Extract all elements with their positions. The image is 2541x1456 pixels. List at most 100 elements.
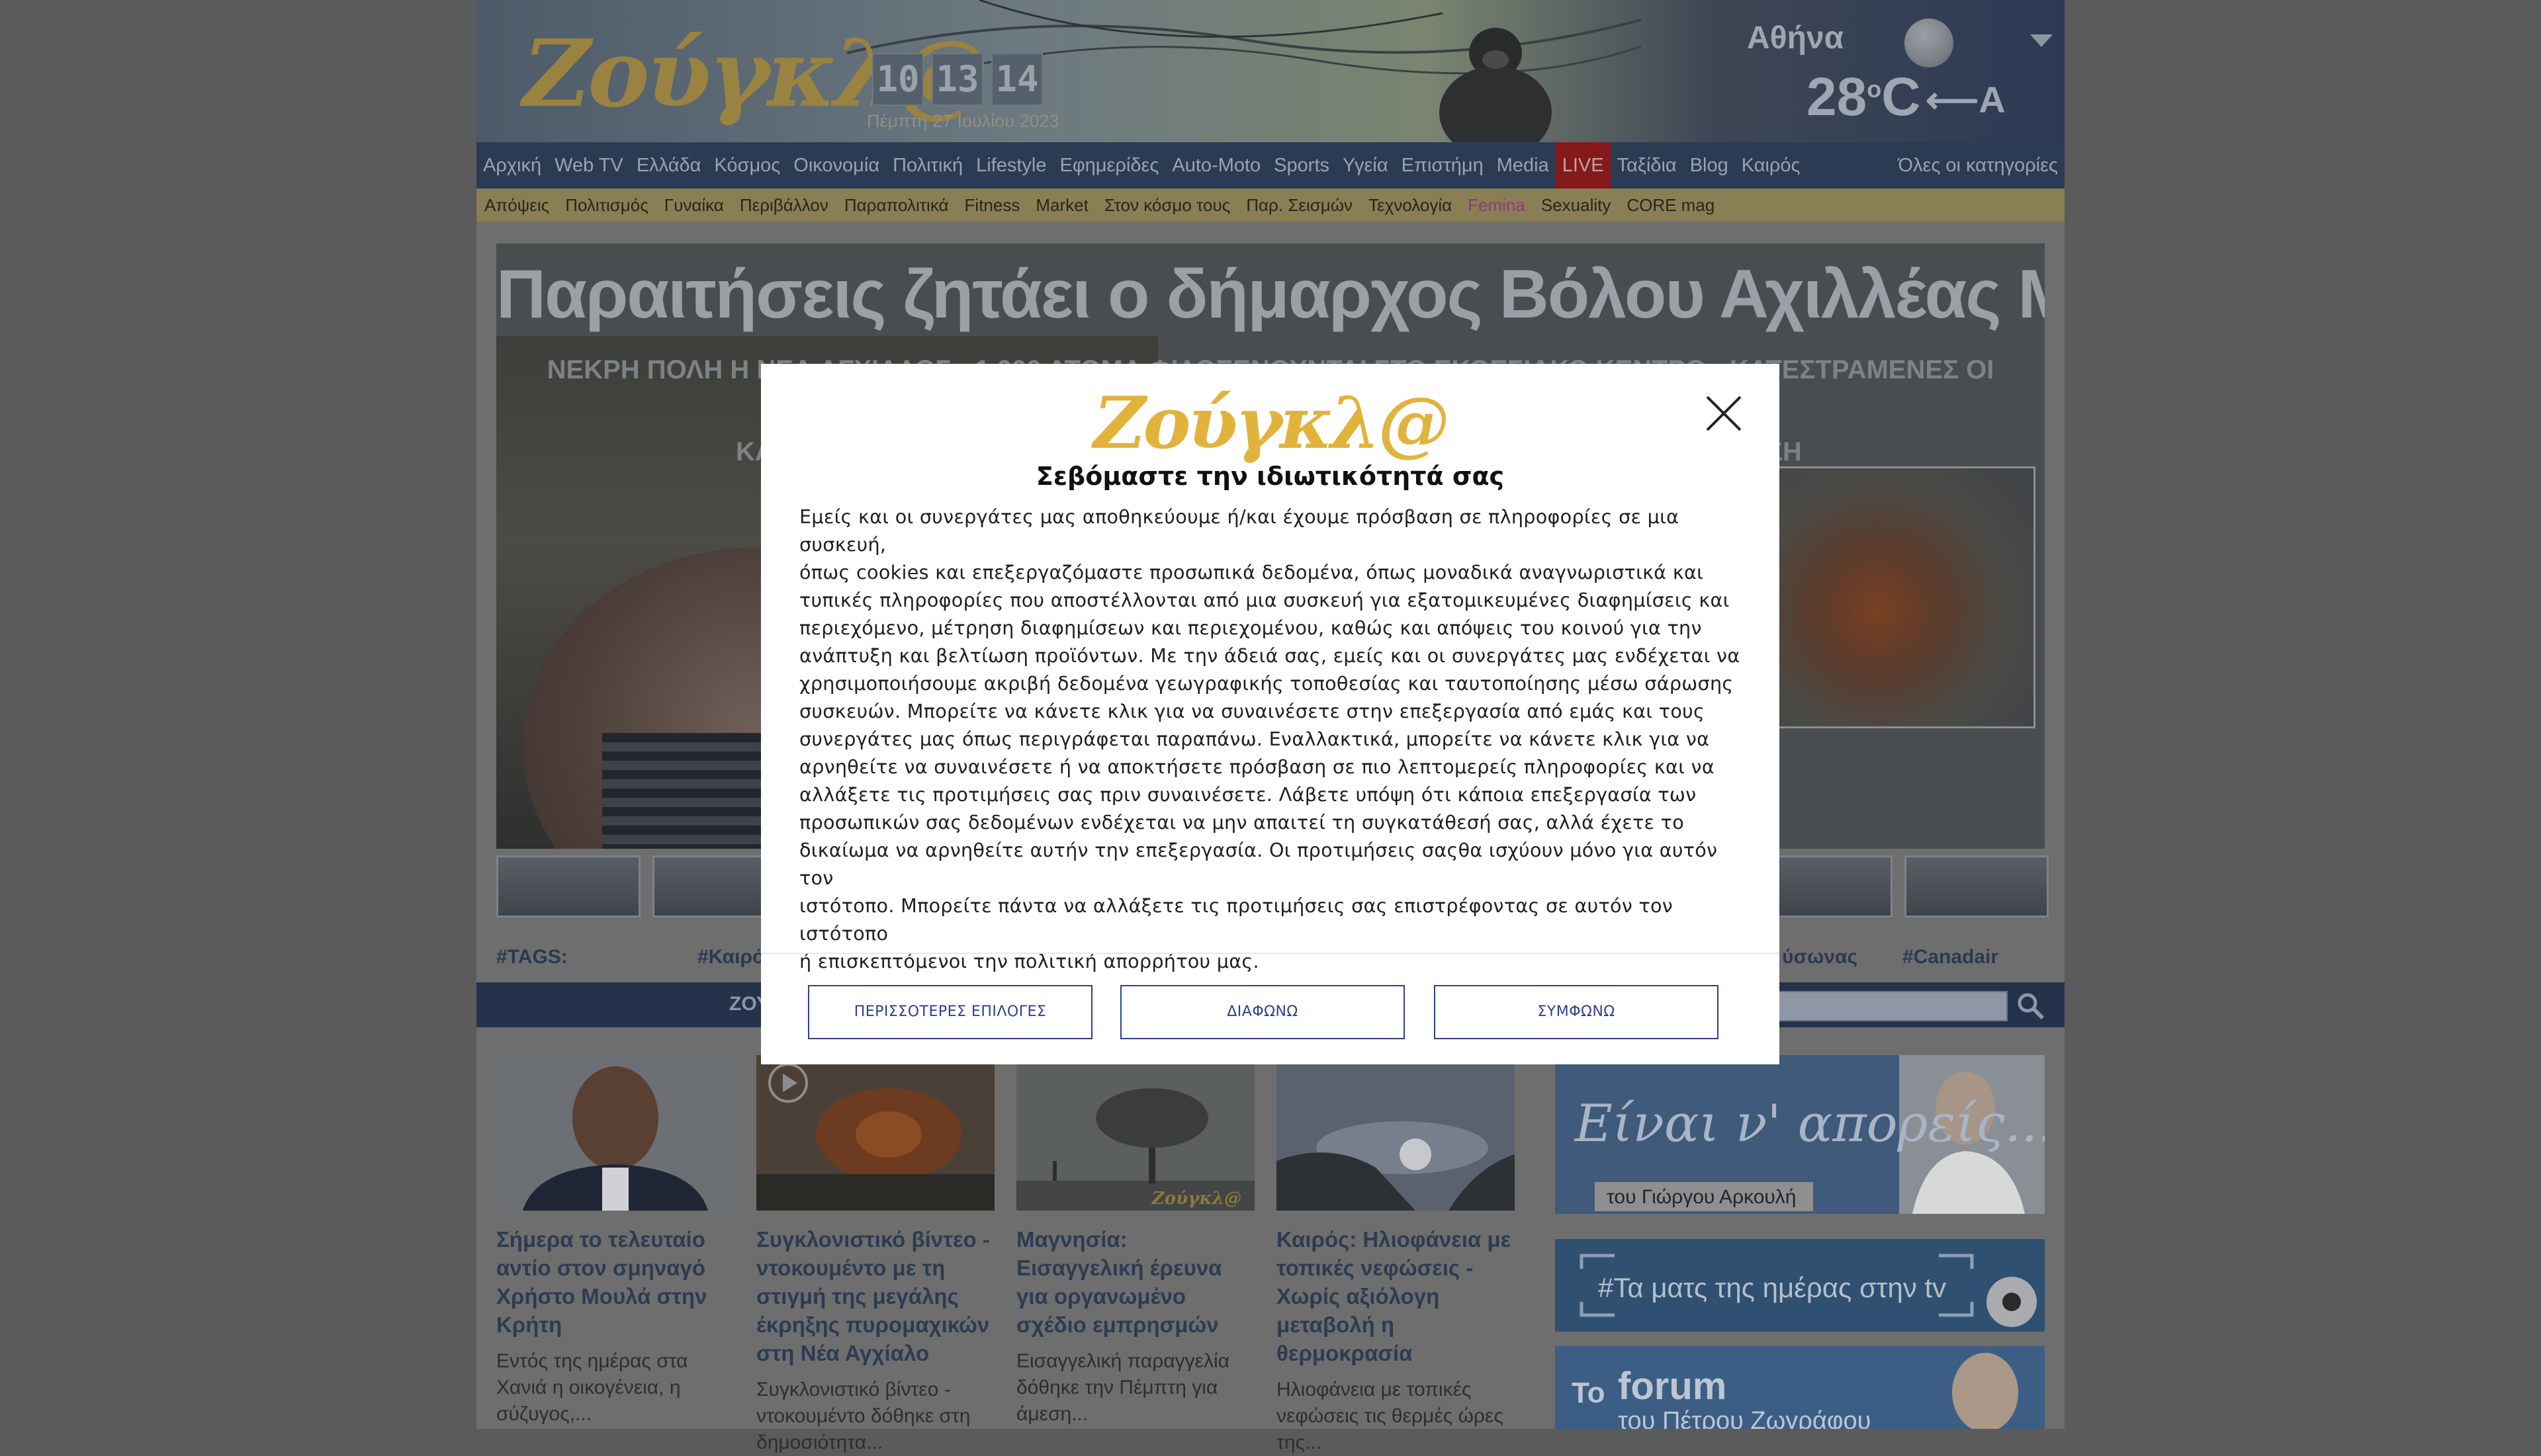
article-description: Εισαγγελική παραγγελία δόθηκε την Πέμπτη… bbox=[1016, 1350, 1230, 1425]
nav-item-newspapers[interactable]: Εφημερίδες bbox=[1053, 142, 1165, 189]
weather-widget: Αθήνα 28oC ⟵A bbox=[1734, 0, 2065, 142]
modal-body-line: αλλάξετε τις προτιμήσεις σας πριν συναιν… bbox=[799, 783, 1697, 806]
modal-body-line: περιεχόμενο, μέτρηση διαφημίσεων και περ… bbox=[799, 617, 1702, 639]
article-title[interactable]: Συγκλονιστικό βίντεο - ντοκουμέντο με τη… bbox=[756, 1225, 995, 1367]
nav-item-economy[interactable]: Οικονομία bbox=[787, 142, 886, 189]
chevron-down-icon[interactable] bbox=[2030, 34, 2053, 47]
modal-body-line: ή επισκεπτόμενοι την πολιτική απορρήτου … bbox=[799, 950, 1259, 972]
article-card[interactable]: Συγκλονιστικό βίντεο - ντοκουμέντο με τη… bbox=[756, 1055, 995, 1456]
moon-icon bbox=[1904, 19, 1953, 67]
matches-banner[interactable]: #Τα ματς της ημέρας στην tv bbox=[1555, 1239, 2045, 1332]
nav-item-world[interactable]: Κόσμος bbox=[707, 142, 787, 189]
modal-body-line: ιστότοπο. Μπορείτε πάντα να αλλάξετε τις… bbox=[799, 894, 1673, 945]
hero-thumbnail[interactable] bbox=[496, 855, 641, 918]
nav2-item-earthquakes[interactable]: Παρ. Σεισμών bbox=[1238, 195, 1360, 216]
article-description: Συγκλονιστικό βίντεο - ντοκουμέντο δόθηκ… bbox=[756, 1379, 971, 1453]
modal-body-text: Εμείς και οι συνεργάτες μας αποθηκεύουμε… bbox=[799, 503, 1746, 975]
site-header: Ζούγκλ@ 10 13 14 Πέμπτη 27 Ιουλίου 2023 … bbox=[476, 0, 2065, 142]
tag-link[interactable]: #Canadair bbox=[1902, 946, 1998, 968]
nav-item-greece[interactable]: Ελλάδα bbox=[630, 142, 708, 189]
nav2-item-opinions[interactable]: Απόψεις bbox=[476, 195, 557, 216]
nav2-item-woman[interactable]: Γυναίκα bbox=[656, 195, 732, 216]
hero-title[interactable]: Παραιτήσεις ζητάει ο δήμαρχος Βόλου Αχιλ… bbox=[496, 255, 2045, 334]
search-icon[interactable] bbox=[2015, 990, 2045, 1021]
nav-item-blog[interactable]: Blog bbox=[1683, 142, 1735, 189]
nav-item-politics[interactable]: Πολιτική bbox=[886, 142, 969, 189]
temperature-unit: C bbox=[1881, 67, 1921, 127]
article-title[interactable]: Μαγνησία: Εισαγγελική έρευνα για οργανωμ… bbox=[1016, 1225, 1255, 1339]
banner-title: Είναι ν' απορείς... bbox=[1574, 1094, 2045, 1154]
article-image bbox=[496, 1055, 735, 1211]
forum-banner[interactable]: Το forum του Πέτρου Ζωγράφου bbox=[1555, 1346, 2045, 1429]
article-watermark: Ζούγκλ@ bbox=[1151, 1189, 1241, 1209]
header-date: Πέμπτη 27 Ιουλίου 2023 bbox=[867, 111, 1059, 131]
primary-nav: Αρχική Web TV Ελλάδα Κόσμος Οικονομία Πο… bbox=[476, 142, 2065, 189]
hero-thumbnail[interactable] bbox=[1904, 855, 2049, 918]
tag-link[interactable]: #Καιρό bbox=[697, 946, 764, 968]
gorilla-image bbox=[1439, 28, 1552, 142]
nav2-item-market[interactable]: Market bbox=[1028, 195, 1096, 216]
nav2-item-parapolitika[interactable]: Παραπολιτικά bbox=[836, 195, 957, 216]
nav-item-science[interactable]: Επιστήμη bbox=[1395, 142, 1490, 189]
tags-label: #TAGS: bbox=[496, 946, 568, 968]
nav2-item-culture[interactable]: Πολιτισμός bbox=[557, 195, 656, 216]
clock-minutes: 13 bbox=[932, 53, 983, 106]
modal-heading: Σεβόμαστε την ιδιωτικότητά σας bbox=[1036, 462, 1505, 491]
more-options-button[interactable]: ΠΕΡΙΣΣΟΤΕΡΕΣ ΕΠΙΛΟΓΕΣ bbox=[808, 985, 1092, 1039]
banner-subtitle: του Πέτρου Ζωγράφου bbox=[1618, 1407, 1871, 1429]
nav2-item-femina[interactable]: Femina bbox=[1460, 195, 1533, 216]
nav-item-media[interactable]: Media bbox=[1490, 142, 1556, 189]
banner-author: του Γιώργου Αρκουλή bbox=[1607, 1186, 1797, 1208]
nav-item-health[interactable]: Υγεία bbox=[1336, 142, 1395, 189]
agree-button[interactable]: ΣΥΜΦΩΝΩ bbox=[1434, 985, 1718, 1039]
nav-item-lifestyle[interactable]: Lifestyle bbox=[969, 142, 1053, 189]
banner-title: #Τα ματς της ημέρας στην tv bbox=[1598, 1272, 1946, 1303]
nav2-item-sexuality[interactable]: Sexuality bbox=[1533, 195, 1619, 216]
modal-body-line: ανάπτυξη και βελτίωση προϊόντων. Με την … bbox=[799, 644, 1740, 667]
weather-city: Αθήνα bbox=[1747, 21, 1844, 56]
nav2-item-environment[interactable]: Περιβάλλον bbox=[732, 195, 836, 216]
nav-all-categories[interactable]: Όλες οι κατηγορίες bbox=[1891, 142, 2065, 189]
header-clock: 10 13 14 bbox=[872, 53, 1043, 106]
article-title[interactable]: Καιρός: Ηλιοφάνεια με τοπικές νεφώσεις -… bbox=[1276, 1225, 1515, 1367]
clock-seconds: 14 bbox=[991, 53, 1043, 106]
nav2-item-technology[interactable]: Τεχνολογία bbox=[1360, 195, 1460, 216]
modal-body-line: αρνηθείτε να συναινέσετε ή να αποκτήσετε… bbox=[799, 755, 1715, 778]
tag-link[interactable]: ύσωνας bbox=[1782, 946, 1857, 968]
article-description: Ηλιοφάνεια με τοπικές νεφώσεις τις θερμέ… bbox=[1276, 1379, 1503, 1453]
nav2-item-core-mag[interactable]: CORE mag bbox=[1619, 195, 1722, 216]
nav-item-weather[interactable]: Καιρός bbox=[1735, 142, 1807, 189]
disagree-button[interactable]: ΔΙΑΦΩΝΩ bbox=[1120, 985, 1405, 1039]
article-image: Ζούγκλ@ bbox=[1016, 1055, 1255, 1211]
article-card[interactable]: Σήμερα το τελευταίο αντίο στον σμηναγό Χ… bbox=[496, 1055, 735, 1428]
opinion-banner[interactable]: Είναι ν' απορείς... του Γιώργου Αρκουλή bbox=[1555, 1055, 2045, 1214]
close-icon[interactable] bbox=[1701, 390, 1747, 437]
modal-body-line: όπως cookies και επεξεργαζόμαστε προσωπι… bbox=[799, 561, 1704, 583]
temperature-value: 28 bbox=[1806, 67, 1867, 127]
article-card[interactable]: Καιρός: Ηλιοφάνεια με τοπικές νεφώσεις -… bbox=[1276, 1055, 1515, 1456]
modal-body-line: τυπικές πληροφορίες που αποστέλλονται απ… bbox=[799, 589, 1730, 611]
nav2-item-their-world[interactable]: Στον κόσμο τους bbox=[1096, 195, 1238, 216]
nav-item-auto-moto[interactable]: Auto-Moto bbox=[1165, 142, 1267, 189]
nav-item-webtv[interactable]: Web TV bbox=[548, 142, 630, 189]
banner-title: forum bbox=[1618, 1365, 1726, 1408]
article-title[interactable]: Σήμερα το τελευταίο αντίο στον σμηναγό Χ… bbox=[496, 1225, 735, 1339]
modal-divider bbox=[761, 953, 1779, 954]
nav2-item-fitness[interactable]: Fitness bbox=[957, 195, 1028, 216]
modal-body-line: Εμείς και οι συνεργάτες μας αποθηκεύουμε… bbox=[799, 505, 1679, 556]
search-input[interactable] bbox=[1773, 991, 2008, 1021]
nav-item-live[interactable]: LIVE bbox=[1555, 142, 1611, 189]
secondary-nav: Απόψεις Πολιτισμός Γυναίκα Περιβάλλον Πα… bbox=[476, 189, 2065, 222]
clock-hours: 10 bbox=[872, 53, 924, 106]
modal-logo: Ζούγκλ@ bbox=[1093, 382, 1450, 465]
article-card[interactable]: Ζούγκλ@ Μαγνησία: Εισαγγελική έρευνα για… bbox=[1016, 1055, 1255, 1428]
degree-symbol: o bbox=[1867, 75, 1882, 103]
modal-body-line: χρησιμοποιήσουμε ακριβή δεδομένα γεωγραφ… bbox=[799, 672, 1734, 695]
nav-item-sports[interactable]: Sports bbox=[1267, 142, 1336, 189]
nav-item-travel[interactable]: Ταξίδια bbox=[1611, 142, 1683, 189]
wind-indicator: ⟵A bbox=[1926, 79, 2006, 120]
nav-item-home[interactable]: Αρχική bbox=[476, 142, 548, 189]
modal-body-line: συνεργάτες μας όπως περιγράφεται παραπάν… bbox=[799, 728, 1710, 750]
consent-modal: Ζούγκλ@ Σεβόμαστε την ιδιωτικότητά σας Ε… bbox=[761, 364, 1779, 1064]
modal-body-line: δικαίωμα να αρνηθείτε αυτήν την επεξεργα… bbox=[799, 839, 1718, 889]
